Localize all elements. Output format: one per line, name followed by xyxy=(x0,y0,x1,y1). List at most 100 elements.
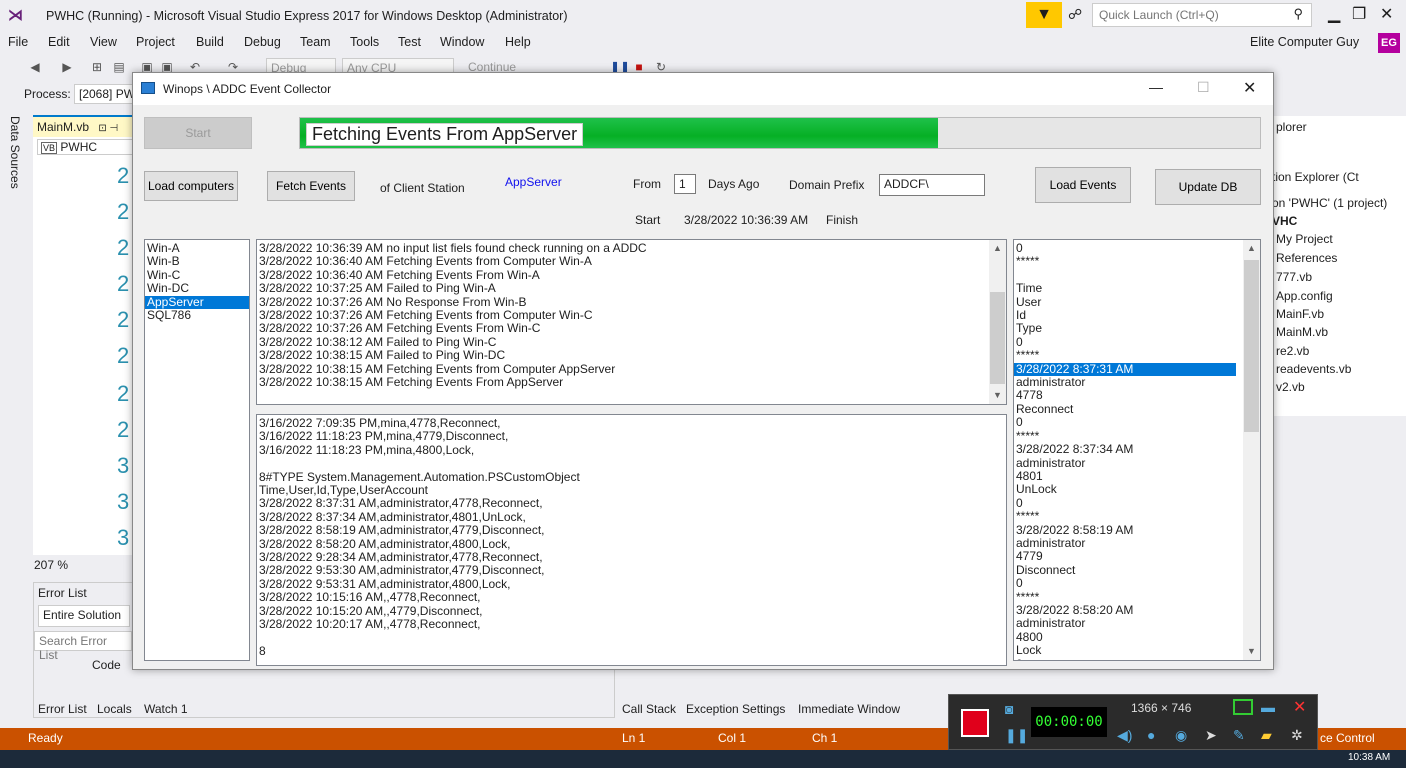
dialog-minimize-icon[interactable]: — xyxy=(1149,79,1163,95)
solution-item[interactable]: readevents.vb xyxy=(1276,362,1351,376)
log-list-item[interactable]: 3/28/2022 10:37:25 AM Failed to Ping Win… xyxy=(257,281,1006,295)
menu-file[interactable]: File xyxy=(8,35,28,49)
pin-icon[interactable]: ⊡ ⊣ xyxy=(98,123,118,134)
log-list-item[interactable]: 3/28/2022 10:38:12 AM Failed to Ping Win… xyxy=(257,335,1006,349)
menu-project[interactable]: Project xyxy=(136,35,175,49)
computer-list-item[interactable]: AppServer xyxy=(145,295,249,310)
quick-launch-input[interactable] xyxy=(1093,4,1273,26)
load-events-button[interactable]: Load Events xyxy=(1035,167,1131,203)
solution-item[interactable]: My Project xyxy=(1276,232,1333,246)
event-list-item[interactable]: Disconnect xyxy=(1014,563,1236,577)
computer-list-item[interactable]: Win-C xyxy=(145,268,249,282)
solution-item[interactable]: References xyxy=(1276,251,1337,265)
menu-view[interactable]: View xyxy=(90,35,117,49)
event-list-item[interactable]: 0 xyxy=(1014,576,1236,590)
event-list-item[interactable]: UnLock xyxy=(1014,482,1236,496)
scroll-down-icon[interactable]: ▼ xyxy=(1243,643,1260,660)
back-icon[interactable]: ◀ xyxy=(28,60,42,74)
event-list-item[interactable]: administrator xyxy=(1014,616,1236,630)
close-recorder-icon[interactable]: ✕ xyxy=(1293,697,1306,717)
computer-list-item[interactable]: Win-A xyxy=(145,241,249,255)
menu-edit[interactable]: Edit xyxy=(48,35,70,49)
log-list-item[interactable]: 3/28/2022 10:36:40 AM Fetching Events Fr… xyxy=(257,268,1006,282)
event-list-item[interactable]: 0 xyxy=(1014,657,1236,660)
forward-icon[interactable]: ▶ xyxy=(60,60,74,74)
solution-search[interactable]: tion Explorer (Ct xyxy=(1272,170,1359,184)
event-list-item[interactable]: administrator xyxy=(1014,456,1236,470)
event-list-item[interactable]: ***** xyxy=(1014,590,1236,604)
event-list-item[interactable]: administrator xyxy=(1014,375,1236,389)
event-list-item[interactable] xyxy=(1014,269,1236,282)
fetch-events-button[interactable]: Fetch Events xyxy=(267,171,355,201)
event-list-item[interactable]: ***** xyxy=(1014,254,1236,268)
event-list-item[interactable]: 3/28/2022 8:58:19 AM xyxy=(1014,523,1236,537)
log-list-item[interactable]: 3/28/2022 10:36:40 AM Fetching Events fr… xyxy=(257,254,1006,268)
event-list-item[interactable]: Time xyxy=(1014,281,1236,295)
menu-tools[interactable]: Tools xyxy=(350,35,379,49)
search-error-list-input[interactable]: Search Error List xyxy=(34,631,132,662)
new-project-icon[interactable]: ⊞ xyxy=(90,60,104,74)
event-list-item[interactable]: ***** xyxy=(1014,348,1236,362)
volume-icon[interactable]: ◀) xyxy=(1117,727,1132,744)
event-list-item[interactable]: 0 xyxy=(1014,496,1236,510)
microphone-icon[interactable]: ● xyxy=(1147,727,1155,743)
event-list-item[interactable]: 4779 xyxy=(1014,549,1236,563)
scroll-up-icon[interactable]: ▲ xyxy=(989,240,1006,257)
editor-scope-select[interactable]: VB PWHC xyxy=(37,139,133,155)
days-input[interactable]: 1 xyxy=(674,174,696,194)
load-computers-button[interactable]: Load computers xyxy=(144,171,238,201)
solution-item[interactable]: MainM.vb xyxy=(1276,325,1328,339)
event-list-item[interactable]: Id xyxy=(1014,308,1236,322)
code-column-header[interactable]: Code xyxy=(92,658,121,672)
record-button[interactable] xyxy=(961,709,989,737)
solution-item[interactable]: App.config xyxy=(1276,289,1333,303)
event-list-item[interactable]: Type xyxy=(1014,322,1236,336)
source-control-button[interactable]: ce Control xyxy=(1320,731,1375,745)
event-list-item[interactable]: Lock xyxy=(1014,643,1236,657)
pen-icon[interactable]: ✎ xyxy=(1233,727,1245,744)
project-node[interactable]: VHC xyxy=(1272,214,1297,228)
solution-item[interactable]: re2.vb xyxy=(1276,344,1309,358)
event-list-item[interactable]: 3/28/2022 8:37:31 AM xyxy=(1014,362,1236,377)
dialog-close-icon[interactable]: ✕ xyxy=(1243,78,1256,98)
feedback-icon[interactable]: ☍ xyxy=(1068,6,1082,23)
update-db-button[interactable]: Update DB xyxy=(1155,169,1261,205)
event-list-item[interactable]: 0 xyxy=(1014,241,1236,255)
event-list-item[interactable]: Reconnect xyxy=(1014,402,1236,416)
tab-error-list[interactable]: Error List xyxy=(38,702,87,716)
folder-icon[interactable]: ▰ xyxy=(1261,727,1272,744)
menu-help[interactable]: Help xyxy=(505,35,531,49)
log-list-item[interactable]: 3/28/2022 10:38:15 AM Fetching Events fr… xyxy=(257,362,1006,376)
avatar[interactable]: EG xyxy=(1378,33,1400,53)
log-list-item[interactable]: 3/28/2022 10:37:26 AM Fetching Events fr… xyxy=(257,308,1006,322)
solution-node[interactable]: on 'PWHC' (1 project) xyxy=(1272,196,1387,210)
solution-item[interactable]: v2.vb xyxy=(1276,380,1305,394)
event-list-item[interactable]: ***** xyxy=(1014,429,1236,443)
restore-icon[interactable]: ❐ xyxy=(1352,4,1366,24)
log-list-item[interactable]: 3/28/2022 10:37:26 AM Fetching Events Fr… xyxy=(257,322,1006,336)
event-list-item[interactable]: 4778 xyxy=(1014,389,1236,403)
event-list-item[interactable]: 4801 xyxy=(1014,469,1236,483)
tab-watch-1[interactable]: Watch 1 xyxy=(144,702,188,716)
solution-item[interactable]: 777.vb xyxy=(1276,270,1312,284)
minimize-recorder-icon[interactable]: ▬ xyxy=(1261,699,1275,715)
quick-launch[interactable]: ⚲ xyxy=(1092,3,1312,27)
code-editor[interactable]: VB PWHC 2 2 2 2 2 2 2 2 3 3 3 xyxy=(33,137,143,555)
event-list-item[interactable]: User xyxy=(1014,295,1236,309)
event-list-item[interactable]: administrator xyxy=(1014,536,1236,550)
csv-textbox[interactable]: 3/16/2022 7:09:35 PM,mina,4778,Reconnect… xyxy=(256,414,1007,666)
camera-icon[interactable]: ◙ xyxy=(1005,701,1013,717)
menu-build[interactable]: Build xyxy=(196,35,224,49)
log-list-item[interactable]: 3/28/2022 10:38:15 AM Fetching Events Fr… xyxy=(257,375,1006,389)
tab-locals[interactable]: Locals xyxy=(97,702,132,716)
webcam-icon[interactable]: ◉ xyxy=(1175,727,1187,744)
events-listbox[interactable]: 0 ***** Time User Id Type 0 ***** 3/28/2022 8:3… xyxy=(1013,239,1261,661)
scroll-up-icon[interactable]: ▲ xyxy=(1243,240,1260,257)
scroll-thumb[interactable] xyxy=(1244,260,1259,432)
event-list-item[interactable]: 0 xyxy=(1014,335,1236,349)
scroll-down-icon[interactable]: ▼ xyxy=(989,387,1006,404)
scroll-thumb[interactable] xyxy=(990,292,1005,384)
event-list-item[interactable]: 0 xyxy=(1014,415,1236,429)
editor-tab-mainm[interactable]: MainM.vb ⊡ ⊣ xyxy=(33,115,133,137)
tab-immediate-window[interactable]: Immediate Window xyxy=(798,702,900,716)
